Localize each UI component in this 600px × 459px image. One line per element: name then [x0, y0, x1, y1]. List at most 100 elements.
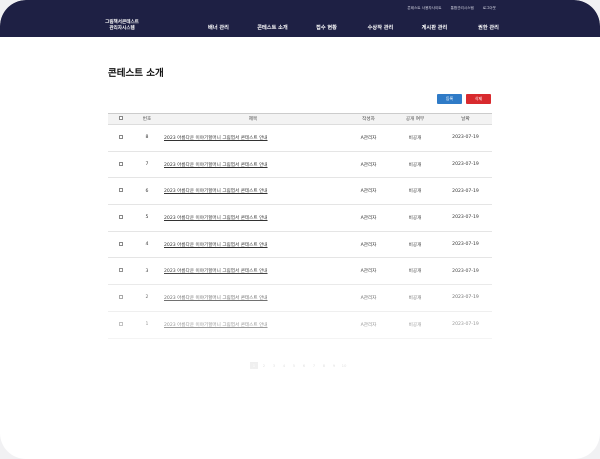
table-row[interactable]: 7 2023 아름다운 이야기할머니 그림엽서 콘테스트 안내 A관리자 비공개 202… — [108, 152, 492, 179]
nav-board[interactable]: 게시판 관리 — [411, 24, 458, 32]
delete-button[interactable]: 삭제 — [466, 94, 491, 104]
row-writer: A관리자 — [360, 189, 377, 195]
nav-winners[interactable]: 수상작 관리 — [357, 24, 404, 32]
page-number-3[interactable]: 3 — [270, 362, 278, 369]
row-checkbox-cell — [108, 188, 134, 194]
row-checkbox[interactable] — [119, 134, 123, 139]
table-row[interactable]: 1 2023 아름다운 이야기할머니 그림엽서 콘테스트 안내 A관리자 비공개 202… — [108, 312, 492, 339]
post-table: 번호 제목 작성자 공개 여부 날짜 8 2023 아름다운 이야기할머니 그림엽… — [108, 113, 492, 339]
row-title-link[interactable]: 2023 아름다운 이야기할머니 그림엽서 콘테스트 안내 — [164, 189, 268, 194]
row-number: 6 — [145, 188, 149, 194]
row-checkbox-cell — [108, 214, 134, 221]
header-checkbox-cell — [108, 116, 134, 122]
nav-submissions[interactable]: 접수 현황 — [303, 24, 350, 32]
row-number: 1 — [145, 322, 149, 328]
row-title-cell: 2023 아름다운 이야기할머니 그림엽서 콘테스트 안내 — [160, 215, 346, 221]
row-checkbox[interactable] — [119, 321, 123, 326]
select-all-checkbox[interactable] — [119, 116, 123, 120]
row-writer: A관리자 — [360, 135, 377, 141]
row-checkbox[interactable] — [119, 294, 123, 299]
row-writer: A관리자 — [360, 295, 377, 301]
page-number-6[interactable]: 6 — [300, 362, 308, 369]
page-frame: 그림책서콘테스트 관리자시스템 콘테스트 사용자사이트 통합관리시스템 로그아웃… — [0, 0, 600, 459]
row-title-cell: 2023 아름다운 이야기할머니 그림엽서 콘테스트 안내 — [160, 188, 346, 194]
row-number: 5 — [145, 215, 149, 221]
page-number-1[interactable]: 1 — [250, 362, 258, 369]
row-public-status: 비공개 — [408, 162, 422, 168]
page-title: 콘테스트 소개 — [108, 68, 164, 79]
row-title-link[interactable]: 2023 아름다운 이야기할머니 그림엽서 콘테스트 안내 — [164, 216, 268, 221]
page-number-10[interactable]: 10 — [340, 362, 348, 369]
row-checkbox[interactable] — [119, 214, 123, 219]
row-date: 2023-07-19 — [452, 295, 479, 301]
row-checkbox[interactable] — [119, 161, 123, 166]
row-checkbox-cell — [108, 161, 134, 168]
row-title-link[interactable]: 2023 아름다운 이야기할머니 그림엽서 콘테스트 안내 — [164, 296, 268, 301]
pagination: 1 2 3 4 5 6 7 8 9 10 — [250, 362, 348, 369]
row-title-cell: 2023 아름다운 이야기할머니 그림엽서 콘테스트 안내 — [160, 135, 346, 141]
add-button[interactable]: 등록 — [437, 94, 462, 104]
row-date: 2023-07-19 — [452, 215, 479, 221]
header-public: 공개 여부 — [405, 117, 425, 122]
user-site-link[interactable]: 콘테스트 사용자사이트 — [407, 6, 441, 11]
row-date: 2023-07-19 — [452, 268, 479, 274]
table-row[interactable]: 2 2023 아름다운 이야기할머니 그림엽서 콘테스트 안내 A관리자 비공개 202… — [108, 285, 492, 312]
row-title-link[interactable]: 2023 아름다운 이야기할머니 그림엽서 콘테스트 안내 — [164, 323, 268, 328]
page-number-4[interactable]: 4 — [280, 362, 288, 369]
row-date: 2023-07-19 — [452, 242, 479, 248]
table-row[interactable]: 8 2023 아름다운 이야기할머니 그림엽서 콘테스트 안내 A관리자 비공개 202… — [108, 125, 492, 152]
table-row[interactable]: 5 2023 아름다운 이야기할머니 그림엽서 콘테스트 안내 A관리자 비공개 202… — [108, 205, 492, 232]
header-writer: 작성자 — [362, 117, 375, 122]
top-header: 그림책서콘테스트 관리자시스템 콘테스트 사용자사이트 통합관리시스템 로그아웃… — [0, 0, 600, 37]
row-date: 2023-07-19 — [452, 188, 479, 194]
row-title-link[interactable]: 2023 아름다운 이야기할머니 그림엽서 콘테스트 안내 — [164, 243, 268, 248]
utility-links: 콘테스트 사용자사이트 통합관리시스템 로그아웃 — [407, 6, 496, 11]
integrated-admin-link[interactable]: 통합관리시스템 — [451, 6, 474, 11]
header-number: 번호 — [142, 117, 152, 122]
table-header: 번호 제목 작성자 공개 여부 날짜 — [108, 113, 492, 125]
page-number-5[interactable]: 5 — [290, 362, 298, 369]
nav-contest-intro[interactable]: 콘테스트 소개 — [249, 24, 296, 32]
row-public-status: 비공개 — [408, 295, 422, 301]
row-writer: A관리자 — [360, 269, 377, 275]
table-row[interactable]: 3 2023 아름다운 이야기할머니 그림엽서 콘테스트 안내 A관리자 비공개 202… — [108, 258, 492, 286]
row-number: 4 — [145, 242, 149, 248]
table-row[interactable]: 6 2023 아름다운 이야기할머니 그림엽서 콘테스트 안내 A관리자 비공개 202… — [108, 178, 492, 206]
row-checkbox[interactable] — [119, 241, 123, 246]
row-title-link[interactable]: 2023 아름다운 이야기할머니 그림엽서 콘테스트 안내 — [164, 163, 268, 168]
row-date: 2023-07-19 — [452, 135, 479, 141]
row-checkbox-cell — [108, 241, 134, 248]
row-title-cell: 2023 아름다운 이야기할머니 그림엽서 콘테스트 안내 — [160, 295, 346, 301]
page-number-2[interactable]: 2 — [260, 362, 268, 369]
table-row[interactable]: 4 2023 아름다운 이야기할머니 그림엽서 콘테스트 안내 A관리자 비공개 202… — [108, 232, 492, 259]
row-number: 8 — [145, 135, 149, 141]
row-checkbox-cell — [108, 268, 134, 274]
row-public-status: 비공개 — [408, 215, 422, 221]
table-body: 8 2023 아름다운 이야기할머니 그림엽서 콘테스트 안내 A관리자 비공개 202… — [108, 125, 492, 339]
row-public-status: 비공개 — [408, 269, 422, 275]
row-writer: A관리자 — [360, 242, 377, 248]
row-title-cell: 2023 아름다운 이야기할머니 그림엽서 콘테스트 안내 — [160, 268, 346, 274]
page-number-8[interactable]: 8 — [320, 362, 328, 369]
logout-link[interactable]: 로그아웃 — [483, 6, 496, 11]
row-checkbox[interactable] — [119, 268, 123, 273]
page-number-9[interactable]: 9 — [330, 362, 338, 369]
row-writer: A관리자 — [360, 215, 377, 221]
row-checkbox[interactable] — [119, 188, 123, 193]
row-title-cell: 2023 아름다운 이야기할머니 그림엽서 콘테스트 안내 — [160, 322, 346, 328]
row-date: 2023-07-19 — [452, 322, 479, 328]
row-number: 2 — [145, 295, 149, 301]
nav-banner[interactable]: 배너 관리 — [195, 24, 242, 32]
row-public-status: 비공개 — [408, 242, 422, 248]
logo-line-2: 관리자시스템 — [109, 26, 135, 31]
row-checkbox-cell — [108, 134, 134, 141]
row-title-link[interactable]: 2023 아름다운 이야기할머니 그림엽서 콘테스트 안내 — [164, 136, 268, 141]
nav-permissions[interactable]: 권한 관리 — [465, 24, 512, 32]
page-number-7[interactable]: 7 — [310, 362, 318, 369]
row-date: 2023-07-19 — [452, 162, 479, 168]
site-logo[interactable]: 그림책서콘테스트 관리자시스템 — [92, 20, 152, 32]
row-number: 3 — [145, 268, 149, 274]
header-date: 날짜 — [461, 117, 470, 122]
row-title-link[interactable]: 2023 아름다운 이야기할머니 그림엽서 콘테스트 안내 — [164, 269, 268, 274]
row-writer: A관리자 — [360, 322, 377, 328]
